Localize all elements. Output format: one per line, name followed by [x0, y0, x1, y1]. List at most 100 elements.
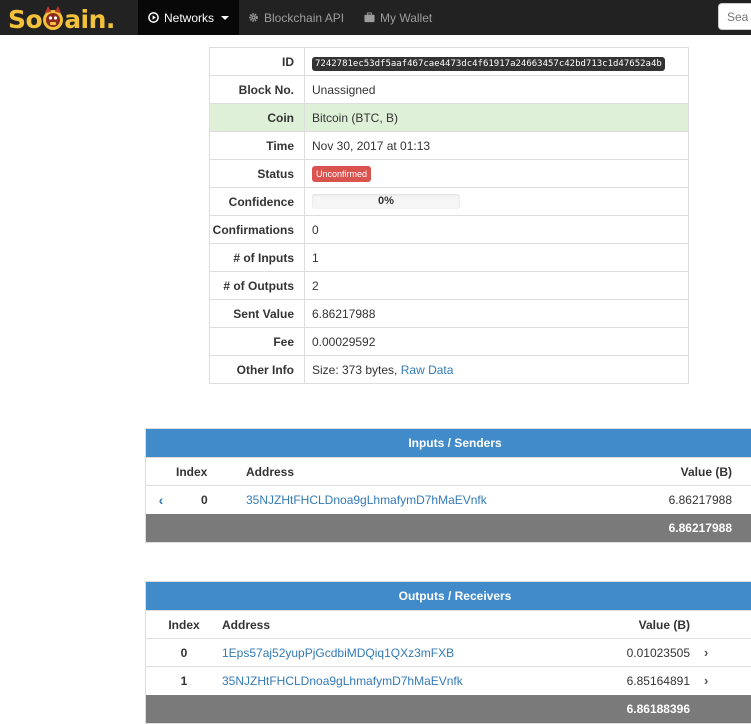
output-forward-chevron[interactable]: ›: [704, 638, 751, 667]
sent-value-value: 6.86217988: [304, 299, 689, 328]
output-index: 1: [146, 666, 222, 695]
outputs-total-value: 6.86188396: [574, 694, 704, 723]
input-back-chevron[interactable]: ‹: [146, 485, 176, 514]
status-label: Status: [209, 159, 305, 188]
fee-label: Fee: [209, 327, 305, 356]
row-confirmations: Confirmations 0: [209, 215, 689, 244]
other-info-size: Size: 373 bytes,: [312, 362, 398, 377]
output-address-link[interactable]: 1Eps57aj52yupPjGcdbiMDQiq1QXz3mFXB: [222, 646, 454, 660]
fee-value: 0.00029592: [304, 327, 689, 356]
inputs-panel: Inputs / Senders Index Address Value (B)…: [145, 428, 751, 543]
nav-networks[interactable]: Networks: [138, 0, 240, 35]
inputs-index-header: Index: [176, 457, 246, 486]
table-row: ‹ 0 35NJZHtFHCLDnoa9gLhmafymD7hMaEVnfk 6…: [146, 485, 751, 514]
row-sent-value: Sent Value 6.86217988: [209, 299, 689, 328]
nav-my-wallet[interactable]: My Wallet: [354, 0, 442, 35]
outputs-total-row: 6.86188396: [146, 694, 751, 723]
brand-logo[interactable]: So ain.: [8, 4, 115, 34]
outputs-panel: Outputs / Receivers Index Address Value …: [145, 581, 751, 724]
row-other-info: Other Info Size: 373 bytes, Raw Data: [209, 355, 689, 384]
inputs-total-row: 6.86217988: [146, 513, 751, 542]
inputs-table: Index Address Value (B) ‹ 0 35NJZHtFHCLD…: [146, 457, 751, 542]
brand-text-left: So: [8, 4, 43, 34]
num-outputs-value: 2: [304, 271, 689, 300]
outputs-address-header: Address: [222, 610, 574, 639]
row-fee: Fee 0.00029592: [209, 327, 689, 356]
navbar: So ain. Networks Blockchain API My Walle…: [0, 0, 751, 35]
input-value: 6.86217988: [634, 485, 751, 514]
input-address-cell: 35NJZHtFHCLDnoa9gLhmafymD7hMaEVnfk: [246, 485, 634, 514]
inputs-panel-title: Inputs / Senders: [146, 429, 751, 457]
num-inputs-value: 1: [304, 243, 689, 272]
num-inputs-label: # of Inputs: [209, 243, 305, 272]
play-circle-icon: [148, 12, 159, 23]
briefcase-icon: [364, 12, 375, 23]
outputs-header-row: Index Address Value (B): [146, 610, 751, 639]
block-no-label: Block No.: [209, 75, 305, 104]
output-address-link[interactable]: 35NJZHtFHCLDnoa9gLhmafymD7hMaEVnfk: [222, 674, 463, 688]
confirmations-value: 0: [304, 215, 689, 244]
num-outputs-label: # of Outputs: [209, 271, 305, 300]
row-block-no: Block No. Unassigned: [209, 75, 689, 104]
time-label: Time: [209, 131, 305, 160]
output-value: 6.85164891: [574, 666, 704, 695]
confidence-value: 0%: [378, 195, 394, 207]
status-value-cell: Unconfirmed: [304, 159, 689, 188]
row-num-inputs: # of Inputs 1: [209, 243, 689, 272]
confirmations-label: Confirmations: [209, 215, 305, 244]
nav-blockchain-api[interactable]: Blockchain API: [238, 0, 354, 35]
table-row: 1 35NJZHtFHCLDnoa9gLhmafymD7hMaEVnfk 6.8…: [146, 666, 751, 695]
outputs-value-header: Value (B): [574, 610, 704, 639]
gear-icon: [249, 13, 258, 22]
block-no-value: Unassigned: [304, 75, 689, 104]
transaction-details-table: ID 7242781ec53df5aaf467cae4473dc4f61917a…: [209, 47, 689, 384]
outputs-panel-title: Outputs / Receivers: [146, 582, 751, 610]
input-index: 0: [176, 485, 246, 514]
confidence-label: Confidence: [209, 187, 305, 216]
row-num-outputs: # of Outputs 2: [209, 271, 689, 300]
caret-down-icon: [221, 15, 230, 20]
inputs-value-header: Value (B): [634, 457, 751, 486]
outputs-total-spacer: [146, 694, 574, 723]
inputs-total-spacer: [146, 513, 634, 542]
outputs-table: Index Address Value (B) 0 1Eps57aj52yupP…: [146, 610, 751, 723]
chevron-right-icon: ›: [704, 645, 709, 660]
other-info-label: Other Info: [209, 355, 305, 384]
row-confidence: Confidence 0%: [209, 187, 689, 216]
nav-my-wallet-label: My Wallet: [380, 10, 433, 25]
confidence-value-cell: 0%: [304, 187, 689, 216]
mascot-icon: [43, 6, 64, 30]
raw-data-link[interactable]: Raw Data: [401, 363, 454, 377]
output-address-cell: 1Eps57aj52yupPjGcdbiMDQiq1QXz3mFXB: [222, 638, 574, 667]
coin-value: Bitcoin (BTC, B): [304, 103, 689, 132]
row-time: Time Nov 30, 2017 at 01:13: [209, 131, 689, 160]
outputs-spacer-header: [704, 610, 751, 639]
id-label: ID: [209, 47, 305, 76]
input-address-link[interactable]: 35NJZHtFHCLDnoa9gLhmafymD7hMaEVnfk: [246, 493, 487, 507]
output-value: 0.01023505: [574, 638, 704, 667]
search-input[interactable]: [718, 3, 751, 30]
inputs-address-header: Address: [246, 457, 634, 486]
confidence-progress-bar: 0%: [312, 194, 460, 209]
status-badge: Unconfirmed: [312, 165, 372, 182]
row-coin: Coin Bitcoin (BTC, B): [209, 103, 689, 132]
nav-networks-label: Networks: [164, 10, 215, 25]
nav-blockchain-api-label: Blockchain API: [264, 10, 345, 25]
coin-label: Coin: [209, 103, 305, 132]
chevron-left-icon: ‹: [158, 491, 164, 508]
output-forward-chevron[interactable]: ›: [704, 666, 751, 695]
chevron-right-icon: ›: [704, 673, 709, 689]
inputs-spacer-header: [146, 457, 176, 486]
other-info-value-cell: Size: 373 bytes, Raw Data: [304, 355, 689, 384]
inputs-header-row: Index Address Value (B): [146, 457, 751, 486]
sent-value-label: Sent Value: [209, 299, 305, 328]
row-id: ID 7242781ec53df5aaf467cae4473dc4f61917a…: [209, 47, 689, 76]
time-value: Nov 30, 2017 at 01:13: [304, 131, 689, 160]
outputs-index-header: Index: [146, 610, 222, 639]
brand-text-right: ain.: [64, 4, 115, 34]
table-row: 0 1Eps57aj52yupPjGcdbiMDQiq1QXz3mFXB 0.0…: [146, 638, 751, 667]
output-index: 0: [146, 638, 222, 667]
outputs-total-pad: [704, 694, 751, 723]
id-value-cell: 7242781ec53df5aaf467cae4473dc4f61917a246…: [304, 47, 689, 76]
row-status: Status Unconfirmed: [209, 159, 689, 188]
